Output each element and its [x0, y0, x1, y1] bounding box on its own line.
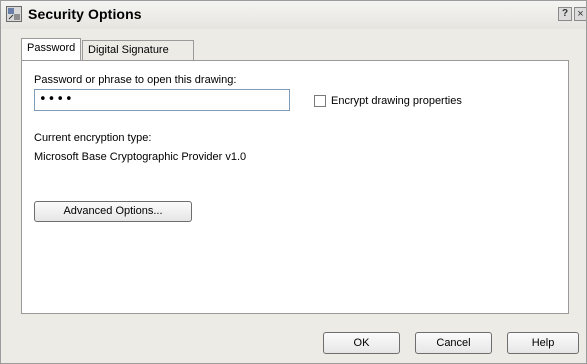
help-icon[interactable]: ?	[558, 7, 572, 21]
cancel-button[interactable]: Cancel	[415, 332, 492, 354]
password-tab-panel: Password or phrase to open this drawing:…	[21, 60, 569, 314]
encrypt-properties-label[interactable]: Encrypt drawing properties	[331, 95, 462, 107]
encryption-type-value: Microsoft Base Cryptographic Provider v1…	[34, 151, 247, 163]
title-bar: Security Options ? ×	[1, 1, 586, 29]
encrypt-properties-checkbox[interactable]	[314, 95, 326, 107]
password-label: Password or phrase to open this drawing:	[34, 74, 237, 86]
close-icon[interactable]: ×	[574, 7, 586, 21]
app-icon	[6, 6, 22, 22]
ok-button[interactable]: OK	[323, 332, 400, 354]
help-button[interactable]: Help	[507, 332, 579, 354]
password-input[interactable]: ••••	[34, 89, 290, 111]
encryption-type-label: Current encryption type:	[34, 132, 152, 144]
dialog-title: Security Options	[28, 6, 142, 22]
advanced-options-button[interactable]: Advanced Options...	[34, 201, 192, 222]
security-options-dialog: Security Options ? × Digital Signature P…	[0, 0, 587, 364]
tab-digital-signature[interactable]: Digital Signature	[82, 40, 194, 60]
tab-password[interactable]: Password	[21, 38, 81, 60]
